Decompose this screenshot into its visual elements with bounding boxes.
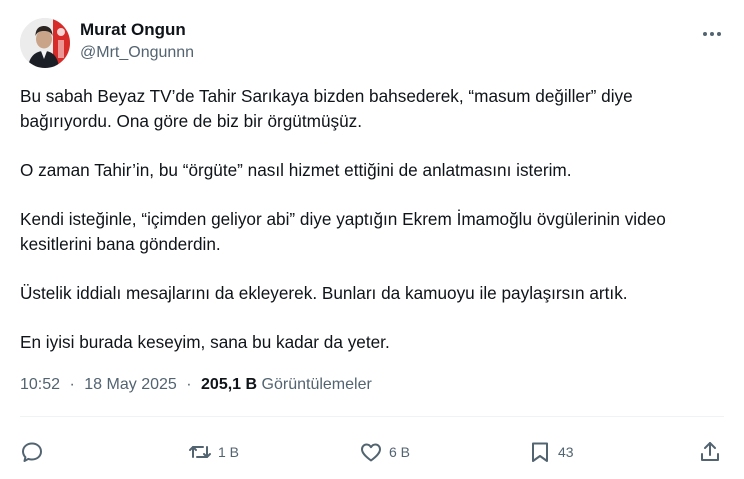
tweet-header: Murat Ongun @Mrt_Ongunnn xyxy=(20,16,724,72)
bookmark-icon xyxy=(532,442,548,462)
retweet-icon xyxy=(189,446,211,458)
heart-icon xyxy=(361,443,381,462)
tweet-actions: 1 B 6 B 43 xyxy=(20,434,724,470)
tweet-paragraph: En iyisi burada keseyim, sana bu kadar d… xyxy=(20,332,390,352)
tweet-time[interactable]: 10:52 xyxy=(20,376,60,393)
like-count: 6 B xyxy=(389,444,411,460)
views-label: Görüntülemeler xyxy=(261,376,372,393)
tweet-paragraph: O zaman Tahir’in, bu “örgüte” nasıl hizm… xyxy=(20,160,572,180)
retweet-button[interactable]: 1 B xyxy=(188,434,239,470)
tweet-date[interactable]: 18 May 2025 xyxy=(84,376,177,393)
author-handle[interactable]: @Mrt_Ongunnn xyxy=(80,42,194,64)
views-count[interactable]: 205,1 B xyxy=(201,376,257,393)
reply-button[interactable] xyxy=(20,434,50,470)
more-options-button[interactable] xyxy=(700,22,724,46)
share-button[interactable] xyxy=(698,434,722,470)
tweet-paragraph: Bu sabah Beyaz TV’de Tahir Sarıkaya bizd… xyxy=(20,86,633,131)
meta-separator: · xyxy=(69,376,75,393)
reply-icon xyxy=(22,442,42,462)
author-display-name[interactable]: Murat Ongun xyxy=(80,18,194,42)
share-icon xyxy=(701,442,719,461)
bookmark-button[interactable]: 43 xyxy=(528,434,574,470)
tweet-paragraph: Kendi isteğinle, “içimden geliyor abi” d… xyxy=(20,209,666,254)
divider xyxy=(20,416,724,417)
tweet-paragraph: Üstelik iddialı mesajlarını da ekleyerek… xyxy=(20,283,628,303)
like-button[interactable]: 6 B xyxy=(359,434,410,470)
retweet-count: 1 B xyxy=(218,444,240,460)
more-horizontal-icon xyxy=(703,32,721,36)
avatar[interactable] xyxy=(20,18,70,68)
bookmark-count: 43 xyxy=(558,444,574,460)
author-names: Murat Ongun @Mrt_Ongunnn xyxy=(80,18,194,64)
tweet-text: Bu sabah Beyaz TV’de Tahir Sarıkaya bizd… xyxy=(20,84,720,379)
meta-separator: · xyxy=(186,376,192,393)
tweet-meta: 10:52 · 18 May 2025 · 205,1 B Görüntülem… xyxy=(20,374,372,396)
